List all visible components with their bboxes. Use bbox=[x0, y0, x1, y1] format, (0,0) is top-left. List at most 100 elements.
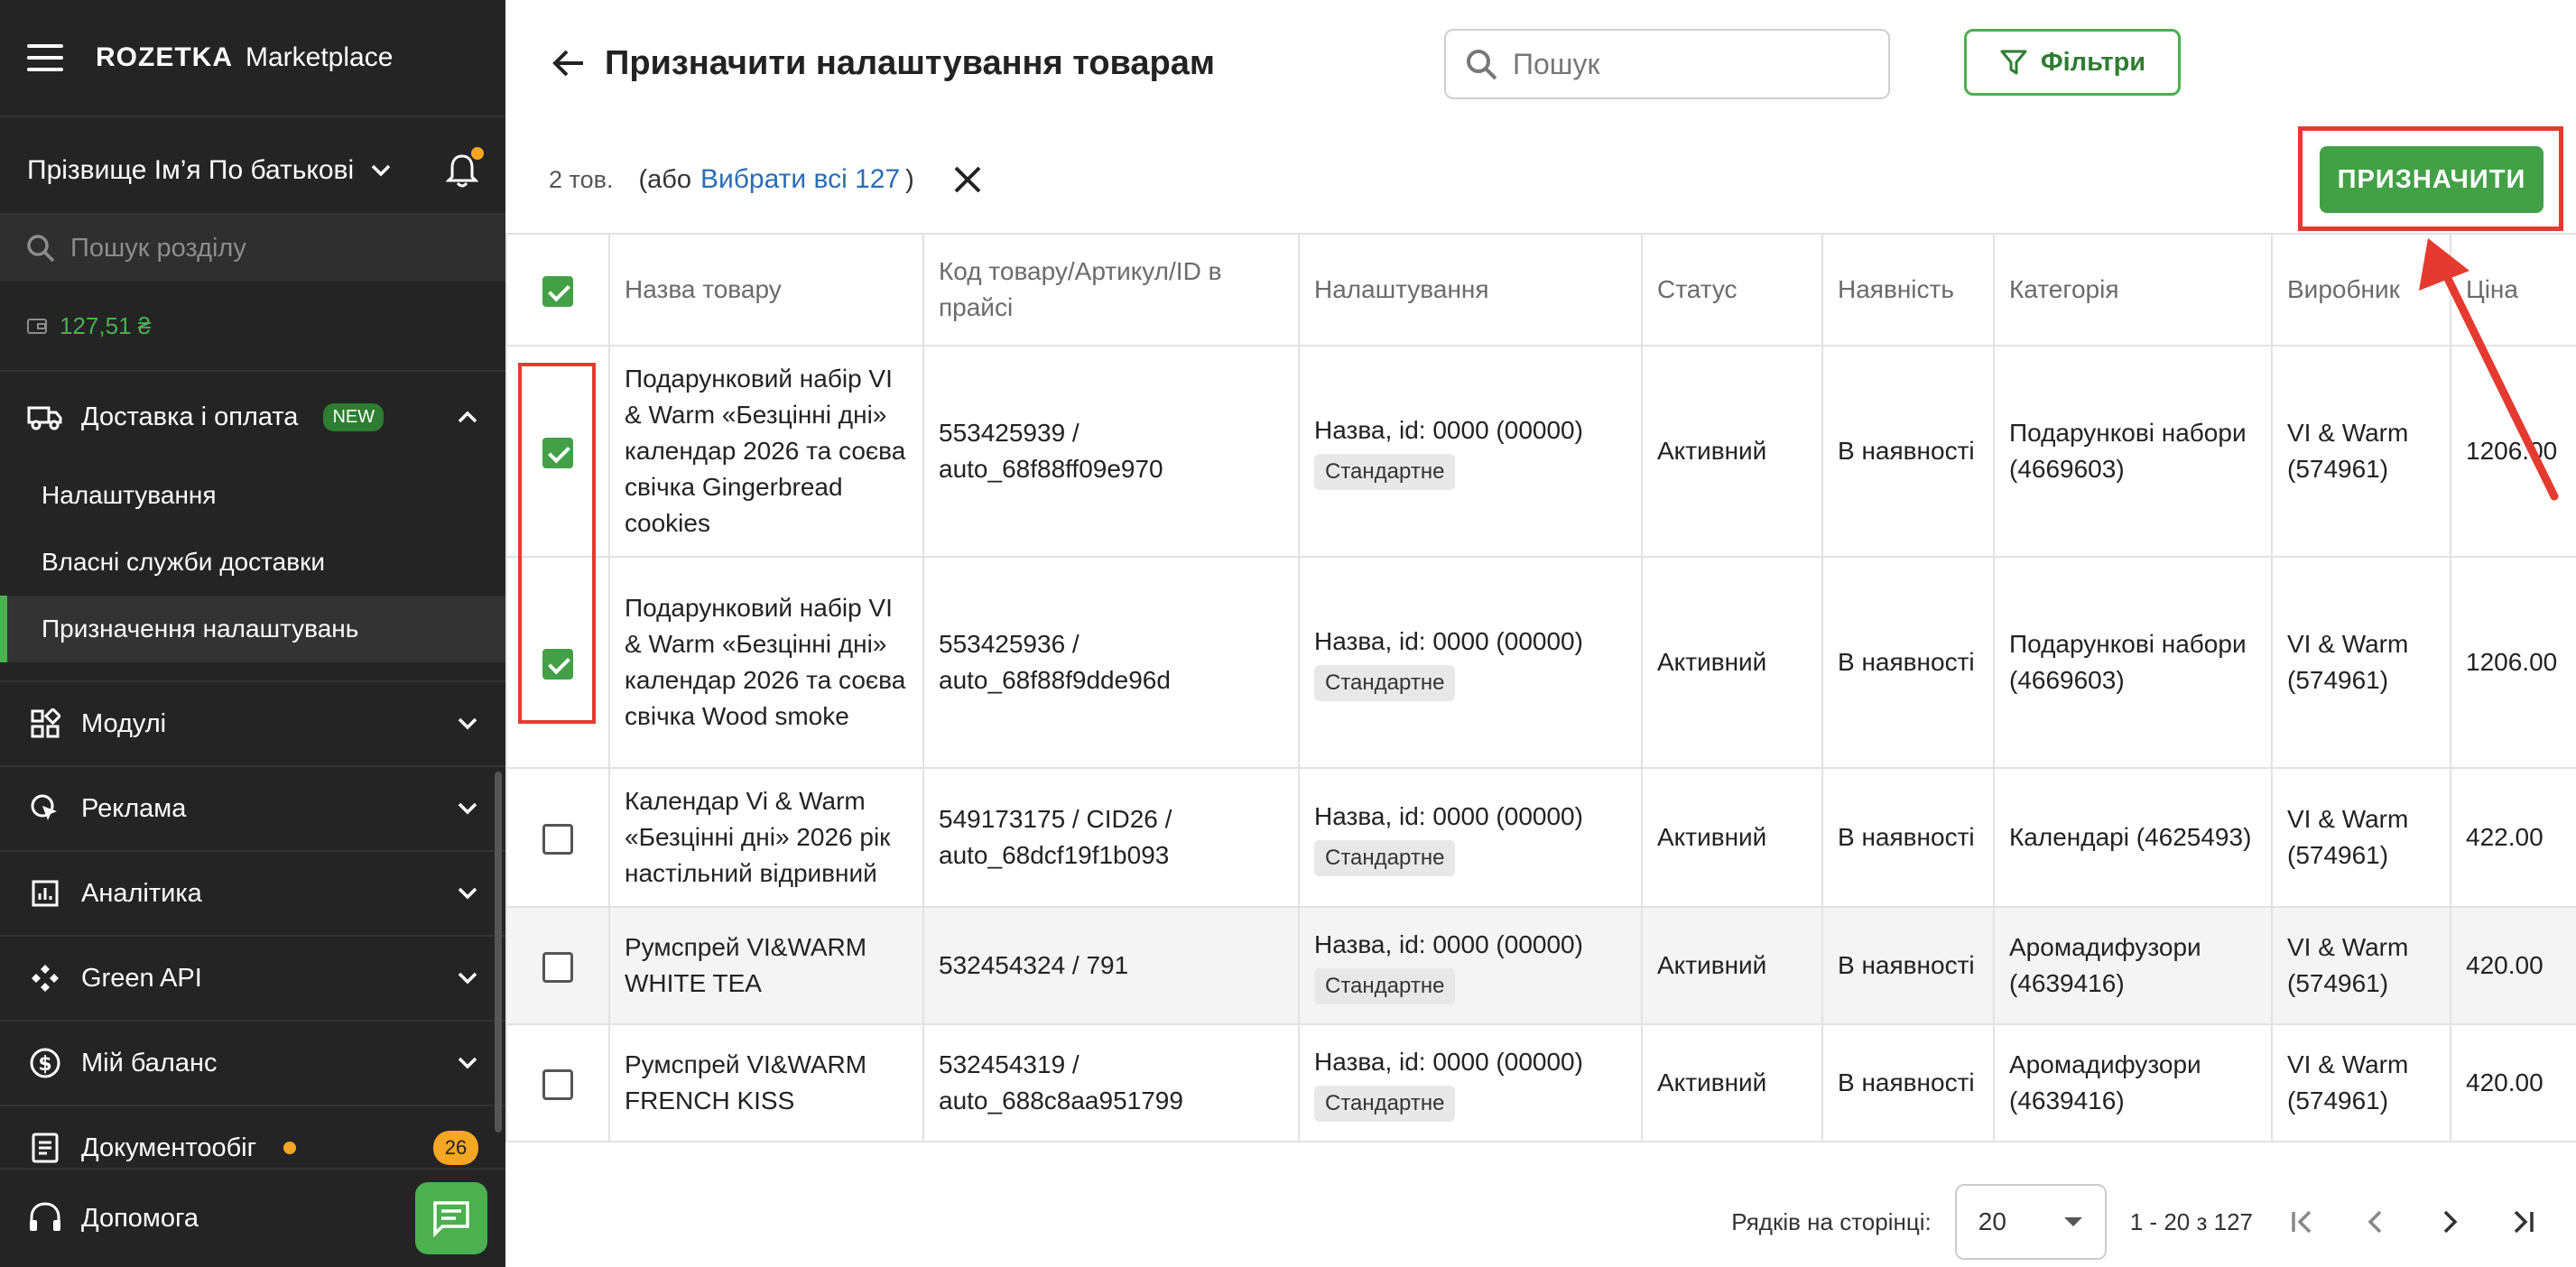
balance[interactable]: 127,51 ₴ bbox=[0, 282, 505, 372]
column-header-maker[interactable]: Виробник bbox=[2271, 233, 2451, 347]
filters-button[interactable]: Фільтри bbox=[1964, 29, 2181, 96]
user-menu[interactable]: Прізвище Ім’я По батькові bbox=[0, 128, 505, 215]
table-row[interactable]: Подарунковий набір VI & Warm «Безцінні д… bbox=[505, 556, 2576, 769]
sidebar-subitem-settings[interactable]: Налаштування bbox=[0, 462, 505, 529]
help-label: Допомога bbox=[81, 1203, 199, 1233]
sidebar-section-delivery: Доставка і оплата NEW Налаштування Власн… bbox=[0, 372, 505, 682]
column-header-status[interactable]: Статус bbox=[1641, 233, 1823, 347]
setting-value: Назва, id: 0000 (00000) bbox=[1314, 802, 1583, 830]
column-header-settings[interactable]: Налаштування bbox=[1298, 233, 1643, 347]
column-header-code[interactable]: Код товару/Артикул/ID в прайсі bbox=[922, 233, 1300, 347]
stock-cell: В наявності bbox=[1821, 906, 1995, 1025]
sidebar-item-modules[interactable]: Модулі bbox=[0, 682, 505, 767]
bell-icon[interactable] bbox=[445, 147, 484, 189]
select-all-checkbox[interactable] bbox=[542, 275, 573, 307]
table-row[interactable]: Румспрей VI&WARM FRENCH KISS 532454319 /… bbox=[505, 1023, 2576, 1142]
sidebar-subitem-own-delivery[interactable]: Власні служби доставки bbox=[0, 529, 505, 596]
help-link[interactable]: Допомога bbox=[27, 1200, 199, 1236]
or-prefix: (або bbox=[638, 164, 691, 194]
next-page-icon[interactable] bbox=[2424, 1197, 2475, 1247]
setting-value: Назва, id: 0000 (00000) bbox=[1314, 416, 1583, 444]
headset-icon bbox=[30, 1202, 60, 1231]
brand-logo[interactable]: ROZETKA bbox=[96, 42, 233, 73]
price-cell: 1206.00 bbox=[2450, 556, 2576, 769]
select-all-link[interactable]: Вибрати всі 127 bbox=[700, 164, 900, 195]
settings-cell: Назва, id: 0000 (00000) Стандартне bbox=[1298, 1023, 1643, 1142]
product-code: 532454319 / auto_688c8aa951799 bbox=[922, 1023, 1300, 1142]
rows-per-page-select[interactable]: 20 bbox=[1954, 1184, 2107, 1260]
rows-per-page-label: Рядків на сторінці: bbox=[1731, 1207, 1932, 1235]
sidebar-item-delivery[interactable]: Доставка і оплата NEW bbox=[0, 372, 505, 462]
row-checkbox[interactable] bbox=[542, 1068, 573, 1100]
price-cell: 1206.00 bbox=[2450, 345, 2576, 558]
chevron-down-icon bbox=[458, 802, 477, 815]
table-row[interactable]: Румспрей VI&WARM WHITE TEA 532454324 / 7… bbox=[505, 906, 2576, 1025]
chevron-down-icon bbox=[458, 717, 477, 730]
unread-dot bbox=[283, 1142, 297, 1154]
product-name: Календар Vi & Warm «Безцінні дні» 2026 р… bbox=[608, 767, 924, 908]
sidebar-item-green-api[interactable]: Green API bbox=[0, 937, 505, 1022]
chevron-up-icon bbox=[458, 411, 477, 423]
setting-tag: Стандартне bbox=[1314, 840, 1456, 876]
filter-icon bbox=[2000, 50, 2027, 75]
checkbox-highlight-box bbox=[518, 363, 596, 724]
menu-icon[interactable] bbox=[27, 44, 63, 71]
products-table: Назва товару Код товару/Артикул/ID в пра… bbox=[505, 233, 2576, 1142]
sidebar-subitem-assign-settings[interactable]: Призначення налаштувань bbox=[0, 596, 505, 662]
sidebar-item-balance[interactable]: $ Мій баланс bbox=[0, 1022, 505, 1106]
table-row[interactable]: Подарунковий набір VI & Warm «Безцінні д… bbox=[505, 345, 2576, 558]
category-cell: Подарункові набори (4669603) bbox=[1993, 556, 2273, 769]
sidebar-item-label: Реклама bbox=[81, 793, 187, 823]
balance-amount: 127,51 ₴ bbox=[60, 311, 152, 339]
sidebar-item-label: Мій баланс bbox=[81, 1048, 218, 1077]
product-code: 532454324 / 791 bbox=[922, 906, 1300, 1025]
back-arrow-icon[interactable] bbox=[551, 48, 587, 79]
prev-page-icon[interactable] bbox=[2350, 1197, 2401, 1247]
status-cell: Активний bbox=[1641, 767, 1823, 908]
search-icon bbox=[27, 235, 55, 263]
search-input[interactable]: Пошук bbox=[1444, 29, 1890, 99]
setting-value: Назва, id: 0000 (00000) bbox=[1314, 627, 1583, 655]
row-checkbox[interactable] bbox=[542, 951, 573, 983]
chat-button[interactable] bbox=[415, 1182, 487, 1254]
chevron-down-icon bbox=[458, 1057, 477, 1069]
status-cell: Активний bbox=[1641, 556, 1823, 769]
setting-value: Назва, id: 0000 (00000) bbox=[1314, 930, 1583, 958]
row-select-cell bbox=[505, 767, 610, 908]
sidebar-scrollbar[interactable] bbox=[495, 772, 502, 1133]
column-header-price[interactable]: Ціна bbox=[2450, 233, 2576, 347]
documents-count-badge: 26 bbox=[433, 1131, 478, 1165]
select-all-cell bbox=[505, 233, 610, 347]
api-icon bbox=[27, 960, 63, 996]
column-header-stock[interactable]: Наявність bbox=[1821, 233, 1995, 347]
column-header-name[interactable]: Назва товару bbox=[608, 233, 924, 347]
sidebar-search-input[interactable]: Пошук розділу bbox=[0, 215, 505, 282]
row-checkbox[interactable] bbox=[542, 823, 573, 855]
sidebar-item-analytics[interactable]: Аналітика bbox=[0, 852, 505, 937]
category-cell: Аромадифузори (4639416) bbox=[1993, 906, 2273, 1025]
selection-bar: 2 тов. (або Вибрати всі 127 ) bbox=[505, 126, 2576, 233]
column-header-category[interactable]: Категорія bbox=[1993, 233, 2273, 347]
first-page-icon[interactable] bbox=[2276, 1197, 2327, 1247]
wallet-icon bbox=[27, 319, 47, 334]
table-header-row: Назва товару Код товару/Артикул/ID в пра… bbox=[505, 233, 2576, 347]
price-cell: 420.00 bbox=[2450, 906, 2576, 1025]
sidebar-item-label: Модулі bbox=[81, 708, 167, 738]
assign-button[interactable]: ПРИЗНАЧИТИ bbox=[2320, 146, 2544, 213]
sidebar-item-label: Green API bbox=[81, 963, 202, 993]
last-page-icon[interactable] bbox=[2498, 1197, 2549, 1247]
pagination: Рядків на сторінці: 20 1 - 20 з 127 bbox=[505, 1177, 2576, 1267]
product-name: Румспрей VI&WARM WHITE TEA bbox=[608, 906, 924, 1025]
sidebar-footer: Допомога bbox=[0, 1168, 505, 1267]
product-name: Подарунковий набір VI & Warm «Безцінні д… bbox=[608, 556, 924, 769]
stock-cell: В наявності bbox=[1821, 345, 1995, 558]
brand-subtitle: Marketplace bbox=[246, 42, 394, 72]
maker-cell: VI & Warm (574961) bbox=[2271, 906, 2451, 1025]
row-select-cell bbox=[505, 906, 610, 1025]
chevron-down-icon bbox=[458, 972, 477, 985]
clear-selection-icon[interactable] bbox=[950, 162, 985, 197]
sidebar-item-ads[interactable]: Реклама bbox=[0, 767, 505, 852]
chevron-down-icon bbox=[371, 164, 391, 177]
table-row[interactable]: Календар Vi & Warm «Безцінні дні» 2026 р… bbox=[505, 767, 2576, 908]
page-title: Призначити налаштування товарам bbox=[605, 43, 1215, 82]
